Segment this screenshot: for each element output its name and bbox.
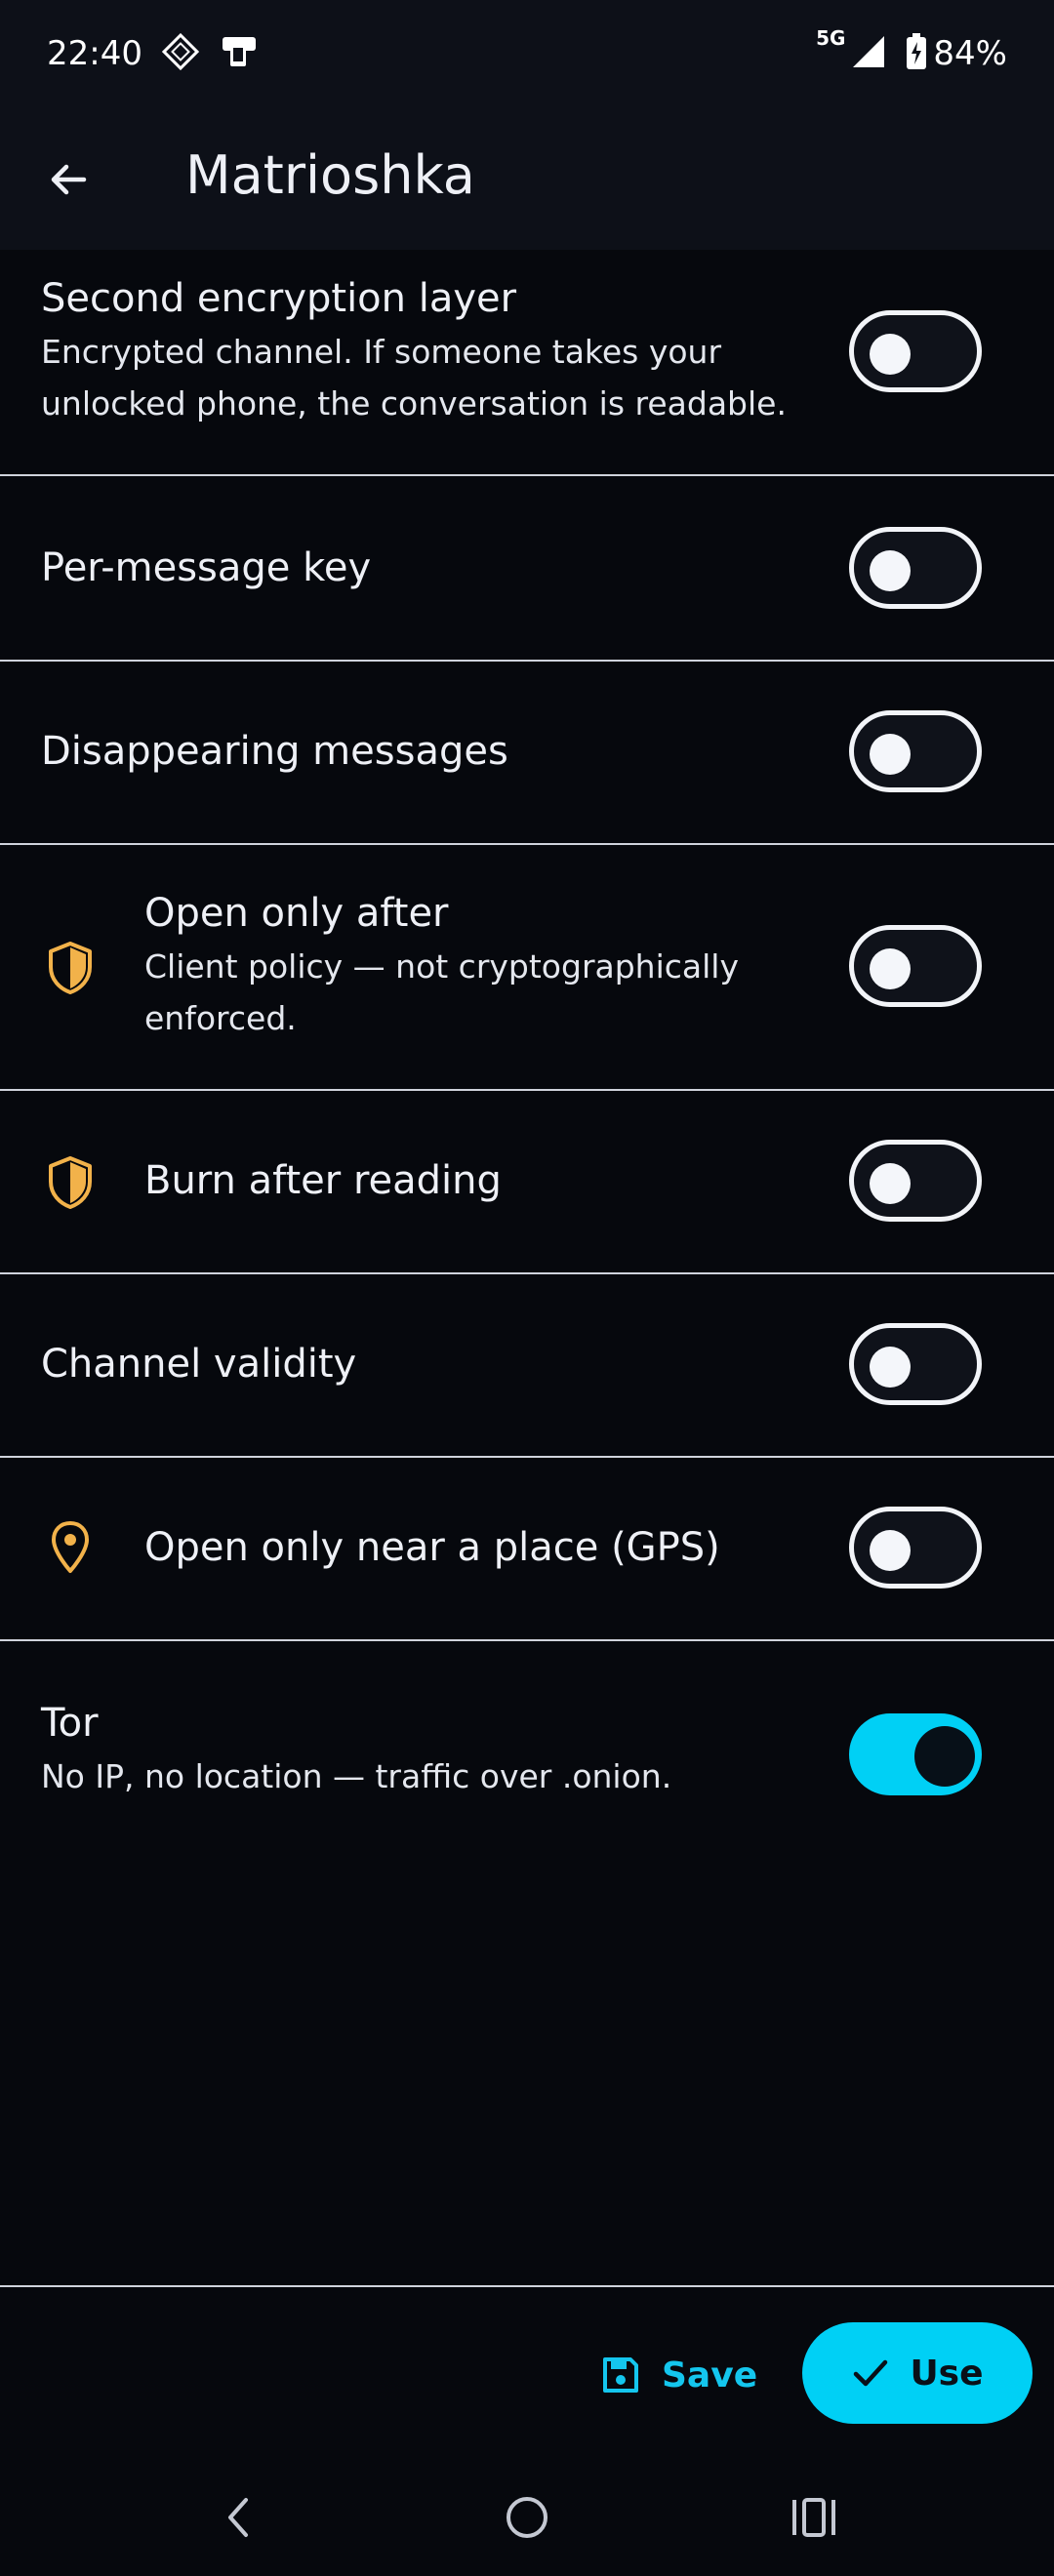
setting-title: Open only near a place (GPS): [144, 1525, 720, 1570]
arrow-left-icon: [51, 164, 87, 195]
setting-text: Second encryption layer Encrypted channe…: [41, 271, 859, 429]
setting-text: Open only near a place (GPS): [144, 1520, 859, 1575]
setting-text: Tor No IP, no location — traffic over .o…: [41, 1696, 859, 1802]
setting-row-open-only-after[interactable]: Open only after Client policy — not cryp…: [0, 845, 1054, 1091]
recent-apps-icon: [792, 2498, 835, 2537]
floppy-disk-icon: [603, 2357, 638, 2393]
switch-knob: [870, 1530, 911, 1571]
setting-title: Per-message key: [41, 545, 372, 590]
per-message-key-switch[interactable]: [849, 527, 982, 609]
status-right: 5G 84%: [816, 26, 1007, 81]
setting-text: Open only after Client policy — not cryp…: [144, 886, 859, 1044]
use-button[interactable]: Use: [802, 2322, 1033, 2424]
setting-row-open-only-near-place[interactable]: Open only near a place (GPS): [0, 1458, 1054, 1641]
save-button[interactable]: Save: [586, 2328, 773, 2422]
setting-title: Second encryption layer: [41, 276, 517, 321]
action-bar: Save Use: [0, 2287, 1054, 2459]
chevron-left-icon: [228, 2498, 248, 2537]
location-pin-icon: [41, 1518, 100, 1577]
setting-subtitle: No IP, no location — traffic over .onion…: [41, 1757, 672, 1795]
gps-place-switch[interactable]: [849, 1507, 982, 1589]
check-icon: [854, 2359, 888, 2387]
status-time: 22:40: [47, 34, 142, 73]
app-bar: Matrioshka: [0, 107, 1054, 250]
setting-text: Disappearing messages: [41, 724, 859, 779]
battery-charging-icon: [906, 32, 927, 75]
switch-knob: [870, 334, 911, 375]
setting-subtitle: Encrypted channel. If someone takes your…: [41, 333, 787, 423]
network-type: 5G: [816, 26, 846, 50]
open-only-after-switch[interactable]: [849, 925, 982, 1007]
setting-row-per-message-key[interactable]: Per-message key: [0, 476, 1054, 662]
nav-back-button[interactable]: [199, 2482, 277, 2553]
status-left: 22:40: [47, 32, 260, 75]
switch-knob: [870, 734, 911, 775]
setting-text: Channel validity: [41, 1337, 859, 1391]
second-encryption-layer-switch[interactable]: [849, 310, 982, 392]
disappearing-messages-switch[interactable]: [849, 710, 982, 792]
system-nav-bar: [0, 2459, 1054, 2576]
save-label: Save: [662, 2355, 758, 2395]
tor-switch[interactable]: [849, 1713, 982, 1795]
battery-percent: 84%: [933, 34, 1007, 73]
signal-icon: [851, 34, 886, 74]
setting-title: Burn after reading: [144, 1158, 502, 1203]
setting-row-burn-after-reading[interactable]: Burn after reading: [0, 1091, 1054, 1274]
nfc-payment-icon: [219, 33, 260, 75]
burn-after-reading-switch[interactable]: [849, 1140, 982, 1222]
switch-knob: [870, 948, 911, 989]
shield-icon: [41, 939, 100, 997]
switch-knob: [870, 550, 911, 591]
status-bar: 22:40 5G 84%: [0, 0, 1054, 107]
setting-row-disappearing-messages[interactable]: Disappearing messages: [0, 662, 1054, 845]
switch-knob: [870, 1163, 911, 1204]
settings-list: Second encryption layer Encrypted channe…: [0, 250, 1054, 1836]
channel-validity-switch[interactable]: [849, 1323, 982, 1405]
setting-subtitle: Client policy — not cryptographically en…: [144, 947, 740, 1037]
setting-title: Open only after: [144, 891, 449, 936]
use-label: Use: [910, 2353, 984, 2394]
home-circle-icon: [507, 2497, 547, 2538]
setting-row-tor[interactable]: Tor No IP, no location — traffic over .o…: [0, 1641, 1054, 1836]
setting-text: Burn after reading: [144, 1153, 859, 1208]
nav-recents-button[interactable]: [775, 2482, 853, 2553]
nav-home-button[interactable]: [488, 2482, 566, 2553]
setting-title: Tor: [41, 1701, 99, 1746]
switch-knob: [914, 1726, 975, 1787]
switch-knob: [870, 1347, 911, 1388]
page-title: Matrioshka: [185, 144, 475, 206]
vpn-diamond-icon: [161, 32, 200, 75]
setting-row-second-encryption-layer[interactable]: Second encryption layer Encrypted channe…: [0, 250, 1054, 476]
back-button[interactable]: [31, 142, 105, 217]
setting-row-channel-validity[interactable]: Channel validity: [0, 1274, 1054, 1458]
setting-title: Disappearing messages: [41, 729, 508, 774]
setting-text: Per-message key: [41, 541, 859, 595]
setting-title: Channel validity: [41, 1342, 357, 1387]
shield-icon: [41, 1153, 100, 1212]
